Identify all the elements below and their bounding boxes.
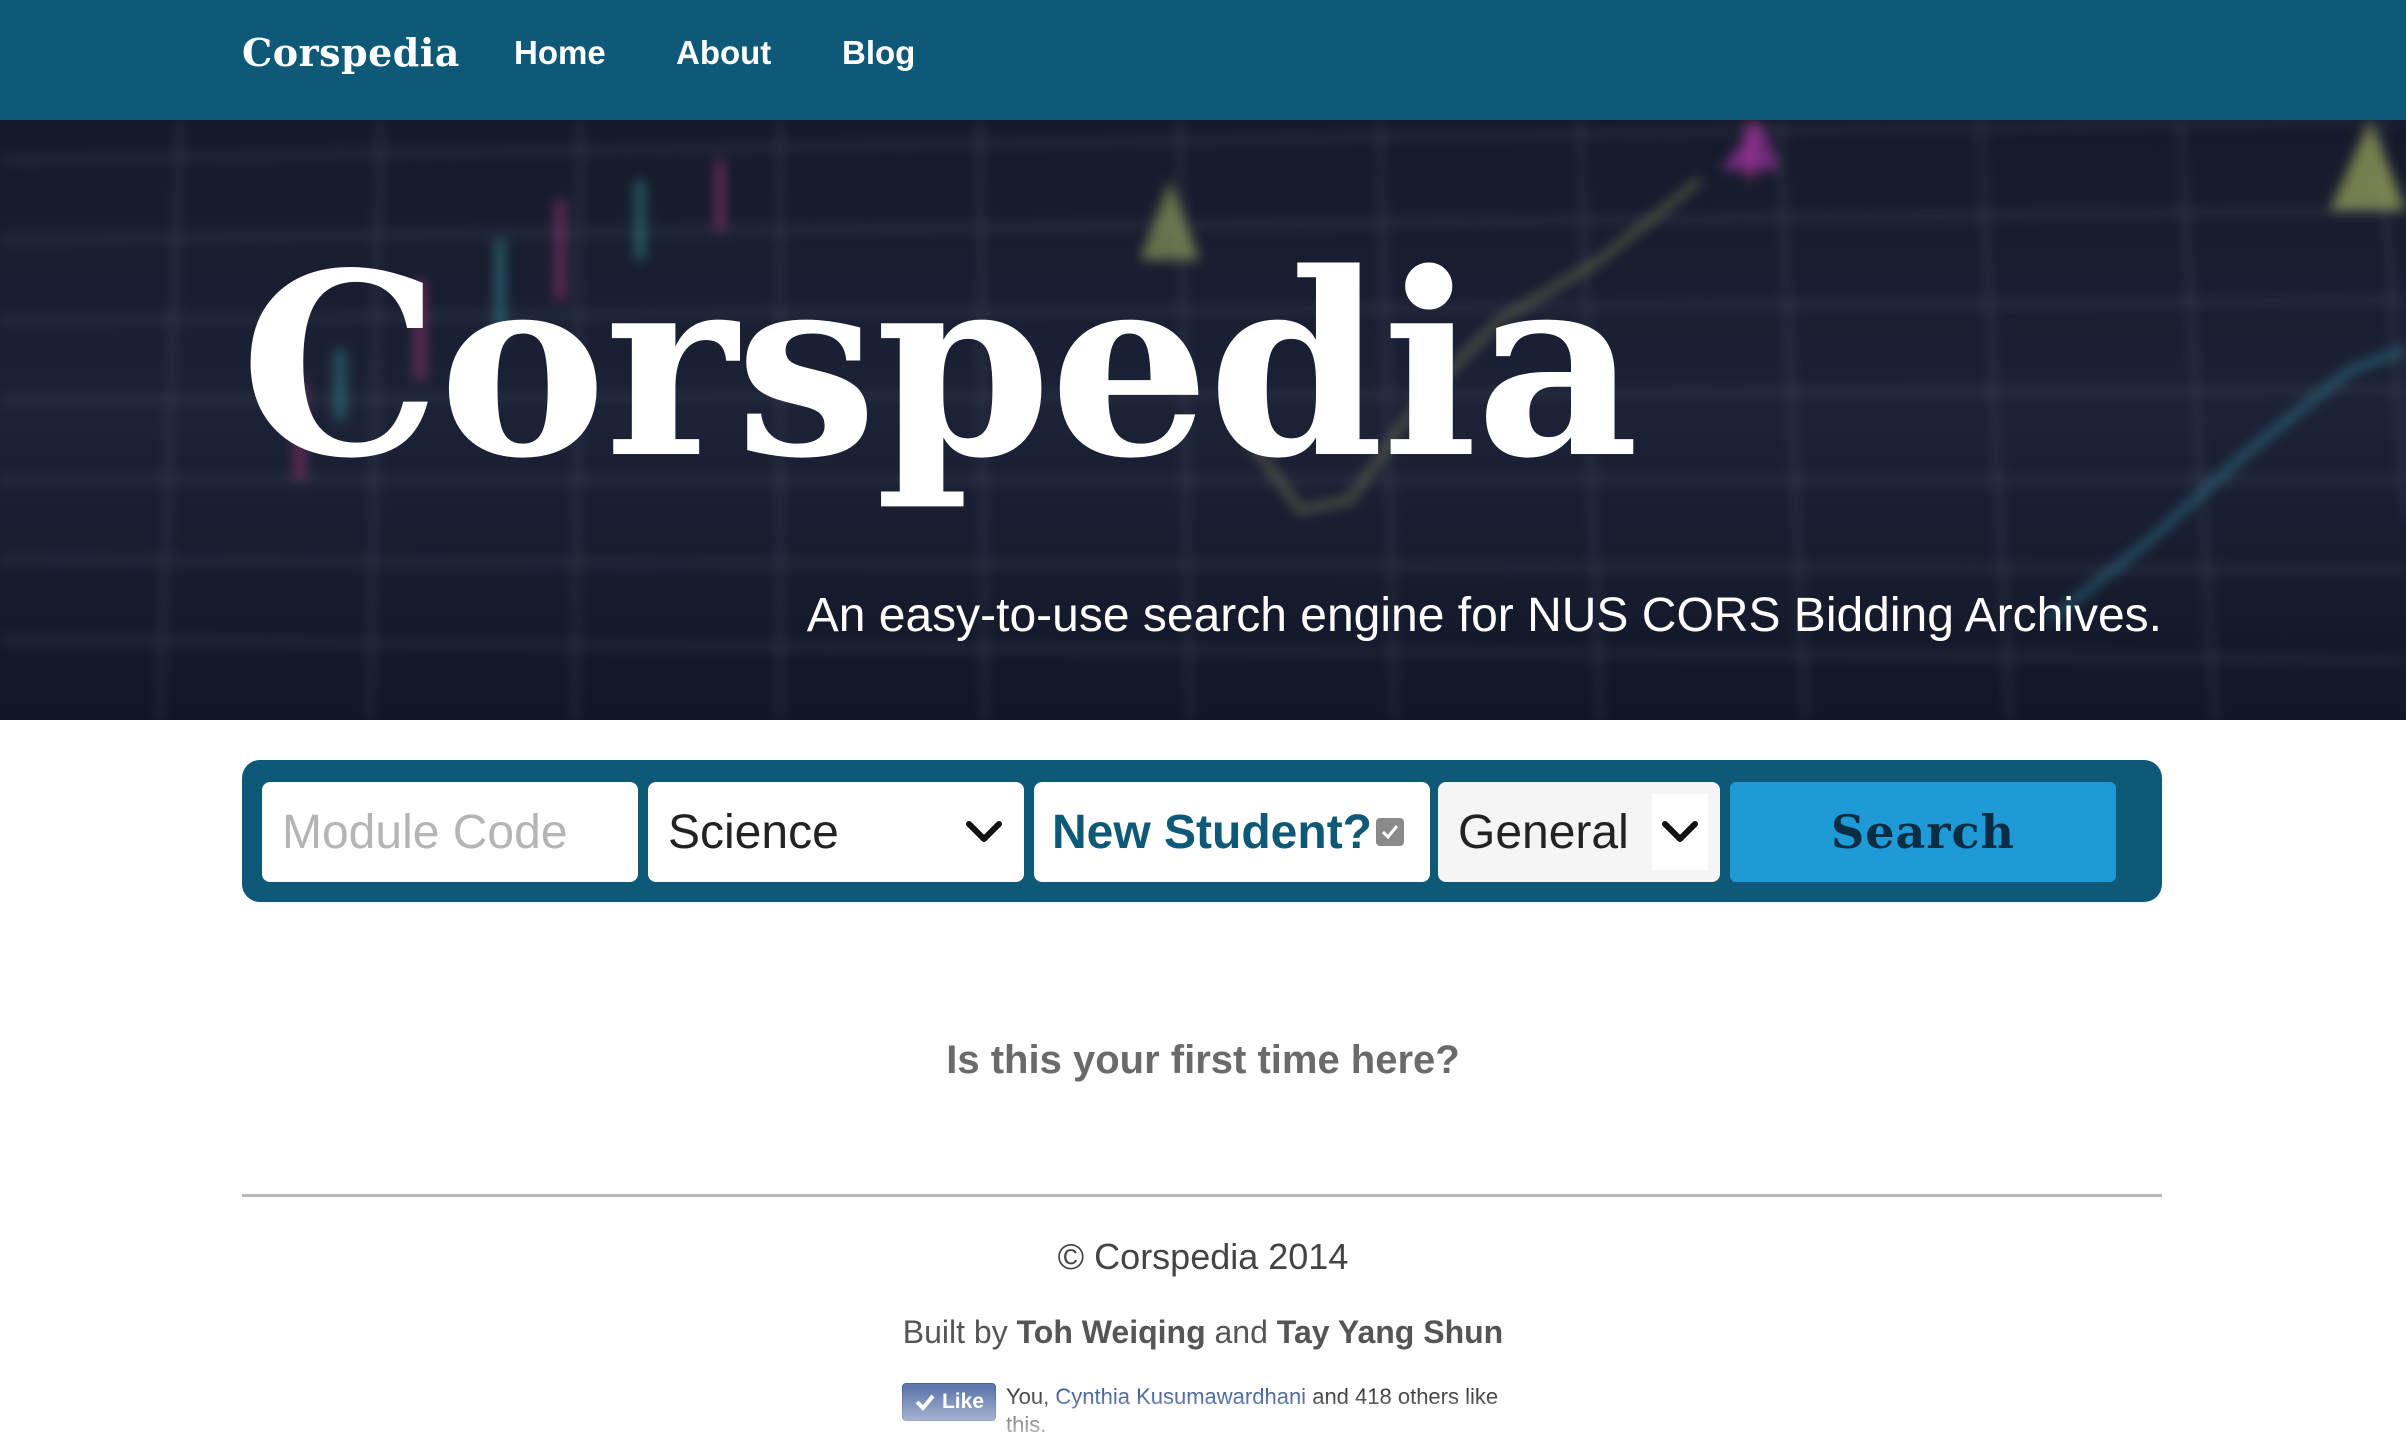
facebook-like-button[interactable]: Like — [902, 1383, 996, 1421]
facebook-like-widget: Like You, Cynthia Kusumawardhani and 418… — [902, 1383, 1506, 1432]
new-student-label: New Student? — [1052, 805, 1372, 859]
built-by-and: and — [1214, 1314, 1268, 1350]
module-code-input[interactable] — [262, 782, 638, 882]
faculty-select[interactable]: Science — [648, 782, 1024, 882]
search-form: Science New Student? General Search — [242, 760, 2162, 902]
hero-banner: Corspedia An easy-to-use search engine f… — [0, 120, 2406, 720]
faculty-select-value: Science — [668, 805, 839, 859]
search-button[interactable]: Search — [1730, 782, 2116, 882]
nav-about-link[interactable]: About — [676, 34, 771, 72]
navbar: Corspedia Home About Blog — [0, 0, 2406, 120]
nav-blog-link[interactable]: Blog — [842, 34, 915, 72]
bid-type-select-value: General — [1458, 805, 1629, 859]
checkmark-icon — [1381, 825, 1399, 840]
new-student-checkbox[interactable] — [1376, 818, 1404, 846]
checkmark-icon — [915, 1394, 935, 1411]
chevron-down-icon — [956, 794, 1012, 870]
brand-link[interactable]: Corspedia — [242, 30, 460, 75]
hero-title: Corspedia — [240, 218, 1639, 514]
chevron-down-icon — [1652, 794, 1708, 870]
built-by-line: Built by Toh Weiqing and Tay Yang Shun — [0, 1314, 2406, 1351]
likers-prefix: You, — [1006, 1384, 1050, 1409]
built-by-prefix: Built by — [902, 1314, 1008, 1350]
copyright-text: © Corspedia 2014 — [1057, 1236, 1349, 1277]
hero-tagline: An easy-to-use search engine for NUS COR… — [806, 589, 2162, 642]
likers-text: You, Cynthia Kusumawardhani and 418 othe… — [1006, 1383, 1506, 1432]
nav-home-link[interactable]: Home — [514, 34, 606, 72]
new-student-toggle[interactable]: New Student? — [1034, 782, 1430, 882]
bid-type-select[interactable]: General — [1438, 782, 1720, 882]
like-button-label: Like — [941, 1390, 985, 1413]
author-toh-link[interactable]: Toh Weiqing — [1017, 1314, 1206, 1350]
footer-divider — [242, 1194, 2162, 1197]
author-tay-link[interactable]: Tay Yang Shun — [1277, 1314, 1503, 1350]
first-time-link[interactable]: Is this your first time here? — [0, 1038, 2406, 1083]
friend-link[interactable]: Cynthia Kusumawardhani — [1055, 1384, 1306, 1409]
